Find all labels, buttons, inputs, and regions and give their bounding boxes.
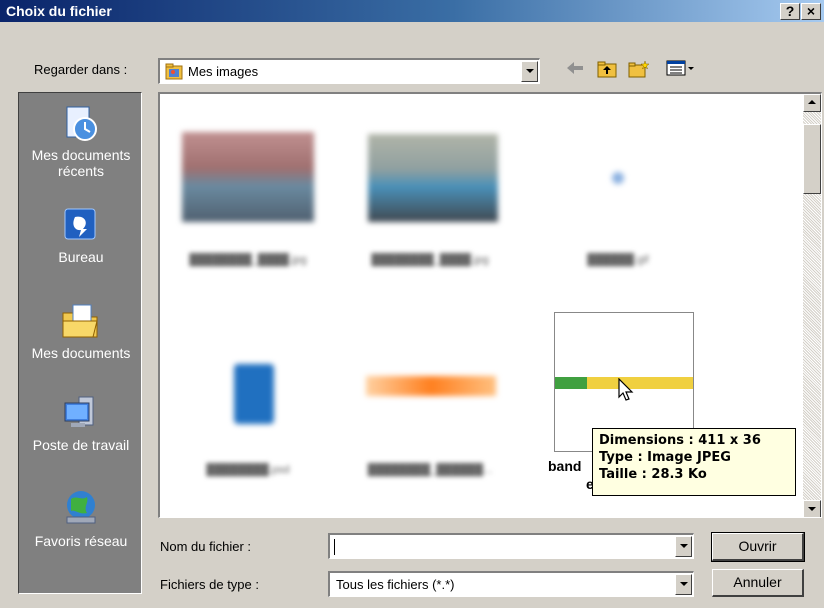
file-type-icon — [234, 364, 274, 424]
file-caption: ████████_████.jpg — [189, 254, 307, 266]
open-button[interactable]: Ouvrir — [711, 532, 805, 562]
chevron-down-icon[interactable] — [675, 574, 692, 595]
filetype-value: Tous les fichiers (*.*) — [336, 577, 455, 592]
banner-thumbnail — [366, 376, 496, 396]
file-caption: ██████.gif — [587, 254, 649, 266]
close-button[interactable]: × — [801, 3, 821, 20]
vertical-scrollbar[interactable] — [803, 94, 821, 517]
place-desktop[interactable]: Bureau — [19, 205, 143, 265]
view-menu-icon[interactable] — [664, 60, 698, 82]
title-bar: Choix du fichier ? × — [0, 0, 824, 22]
filetype-dropdown[interactable]: Tous les fichiers (*.*) — [328, 571, 694, 597]
look-in-label: Regarder dans : — [34, 62, 128, 77]
new-folder-icon[interactable] — [628, 60, 650, 82]
look-in-value: Mes images — [188, 64, 259, 79]
place-label: Favoris réseau — [34, 533, 128, 549]
file-caption: ████████.psd — [206, 464, 290, 476]
place-my-computer[interactable]: Poste de travail — [19, 393, 143, 453]
look-in-dropdown[interactable]: Mes images — [158, 58, 540, 84]
place-label: Bureau — [58, 249, 104, 265]
filetype-label: Fichiers de type : — [160, 577, 259, 592]
up-folder-icon[interactable] — [596, 60, 618, 82]
place-label: Mes documents récents — [31, 147, 131, 179]
places-bar: Mes documents récents Bureau Mes documen… — [18, 92, 142, 594]
place-label: Poste de travail — [32, 437, 130, 453]
file-thumbnail[interactable] — [178, 106, 318, 246]
network-places-icon — [61, 487, 101, 527]
window-title: Choix du fichier — [6, 3, 112, 19]
file-info-tooltip: Dimensions : 411 x 36 Type : Image JPEG … — [592, 428, 796, 496]
my-documents-icon — [61, 301, 101, 341]
scroll-down-button[interactable] — [803, 500, 821, 517]
file-caption: ████████_████.jpg — [371, 254, 489, 266]
filename-label: Nom du fichier : — [160, 539, 252, 554]
photo-thumbnail — [182, 132, 314, 222]
place-recent-documents[interactable]: Mes documents récents — [19, 103, 143, 179]
chevron-down-icon[interactable] — [521, 61, 538, 82]
chevron-down-icon[interactable] — [675, 536, 692, 557]
tooltip-size: Taille : 28.3 Ko — [599, 467, 707, 482]
file-thumbnail[interactable] — [178, 316, 318, 456]
scroll-thumb[interactable] — [803, 124, 821, 194]
scroll-up-button[interactable] — [803, 94, 821, 112]
file-thumbnail[interactable] — [360, 106, 500, 246]
back-arrow-icon[interactable] — [564, 60, 586, 82]
file-thumbnail[interactable] — [360, 316, 500, 456]
help-button[interactable]: ? — [780, 3, 800, 20]
selected-file-caption: band — [548, 458, 582, 474]
place-network-places[interactable]: Favoris réseau — [19, 487, 143, 549]
tooltip-dimensions: Dimensions : 411 x 36 — [599, 433, 761, 448]
cancel-button[interactable]: Annuler — [712, 569, 804, 597]
my-computer-icon — [61, 393, 101, 433]
file-caption: ████████_██████... — [367, 464, 493, 476]
image-thumbnail — [612, 172, 624, 184]
folder-icon — [165, 63, 183, 83]
file-thumbnail[interactable] — [548, 106, 688, 246]
filename-input[interactable] — [328, 533, 694, 559]
place-label: Mes documents — [31, 345, 131, 361]
desktop-icon — [61, 205, 101, 245]
recent-documents-icon — [61, 103, 101, 143]
tooltip-type: Type : Image JPEG — [599, 450, 731, 465]
photo-thumbnail — [368, 134, 498, 222]
place-my-documents[interactable]: Mes documents — [19, 301, 143, 361]
text-caret — [334, 539, 335, 555]
mouse-cursor-icon — [618, 377, 634, 405]
